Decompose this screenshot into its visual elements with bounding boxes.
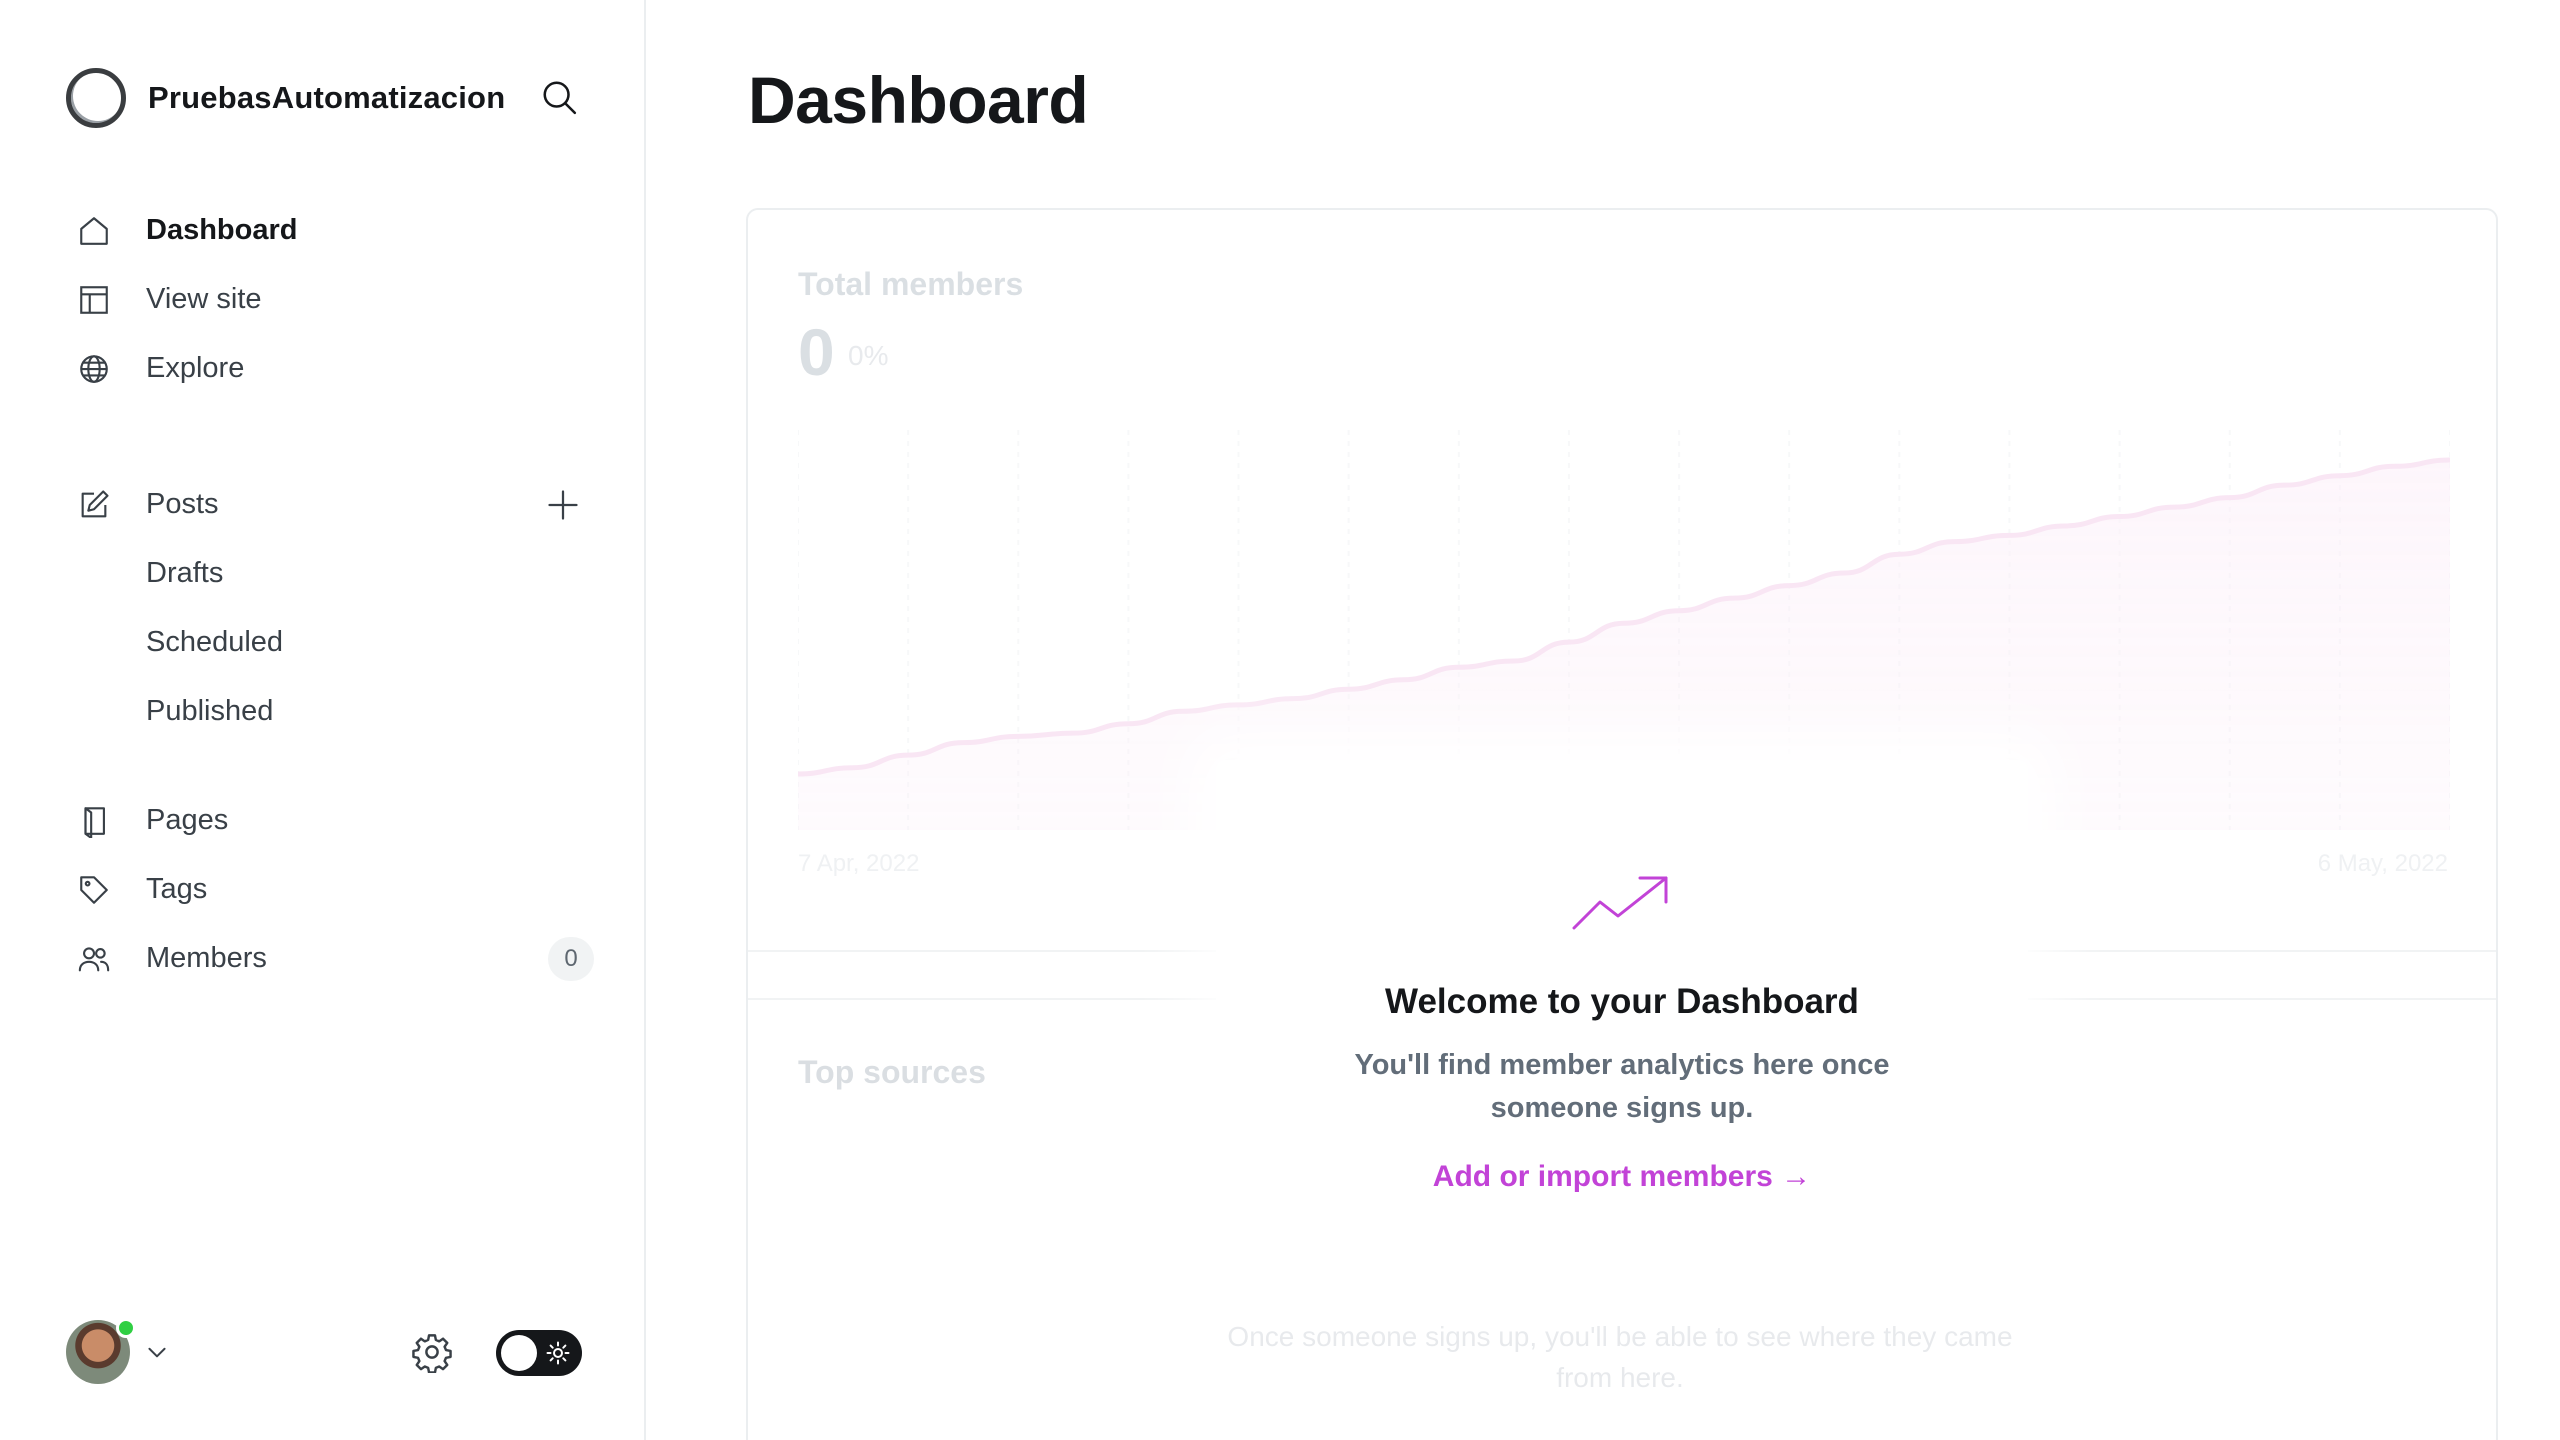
posts-nav: Posts Drafts Scheduled Published	[74, 470, 594, 746]
chevron-down-icon[interactable]	[142, 1337, 172, 1367]
total-members-label: Total members	[798, 266, 1024, 302]
nav-drafts[interactable]: Drafts	[74, 539, 594, 608]
total-members-value: 0	[798, 315, 835, 389]
members-icon	[74, 939, 114, 979]
search-button[interactable]	[536, 74, 582, 120]
top-sources-empty-text: Once someone signs up, you'll be able to…	[1227, 1321, 2013, 1393]
layout-icon	[74, 280, 114, 320]
nav-tags-label: Tags	[146, 873, 208, 905]
plus-icon	[548, 490, 578, 520]
avatar[interactable]	[66, 1318, 136, 1384]
top-sources-label: Top sources	[798, 1054, 986, 1090]
nav-dashboard-label: Dashboard	[146, 214, 298, 246]
site-logo	[66, 68, 126, 128]
sun-icon	[544, 1339, 572, 1367]
globe-icon	[74, 349, 114, 389]
user-menu[interactable]	[66, 1318, 172, 1386]
nav-published[interactable]: Published	[74, 677, 594, 746]
page-title: Dashboard	[748, 63, 1089, 137]
site-name: PruebasAutomatizacion	[148, 80, 506, 115]
home-icon	[74, 211, 114, 251]
nav-view-site-label: View site	[146, 283, 262, 315]
nav-tags[interactable]: Tags	[74, 855, 594, 924]
nav-posts-label: Posts	[146, 488, 219, 520]
trending-up-icon	[1572, 876, 1668, 930]
welcome-text: You'll find member analytics here once s…	[1354, 1049, 1890, 1124]
nav-pages[interactable]: Pages	[74, 786, 594, 855]
site-brand[interactable]: PruebasAutomatizacion	[66, 66, 505, 130]
welcome-title: Welcome to your Dashboard	[1385, 982, 1859, 1021]
edit-icon	[74, 485, 114, 525]
toggle-knob	[501, 1335, 537, 1371]
nav-explore-label: Explore	[146, 352, 245, 384]
nav-published-label: Published	[146, 695, 274, 727]
settings-button[interactable]	[408, 1328, 456, 1376]
nav-scheduled[interactable]: Scheduled	[74, 608, 594, 677]
members-count-badge: 0	[548, 937, 594, 981]
chart-date-start: 7 Apr, 2022	[798, 850, 920, 877]
online-status-dot	[116, 1318, 136, 1338]
nav-pages-label: Pages	[146, 804, 229, 836]
secondary-nav: Pages Tags Members 0	[74, 786, 594, 993]
nav-view-site[interactable]: View site	[74, 265, 594, 334]
theme-toggle[interactable]	[496, 1330, 582, 1376]
welcome-panel: Welcome to your Dashboard You'll find me…	[1216, 760, 2028, 1260]
nav-members[interactable]: Members 0	[74, 924, 594, 993]
sidebar: PruebasAutomatizacion Dashboard View sit…	[0, 0, 646, 1440]
nav-explore[interactable]: Explore	[74, 334, 594, 403]
add-import-members-link[interactable]: Add or import members →	[1216, 1160, 2028, 1194]
tag-icon	[74, 870, 114, 910]
total-members-change: 0%	[848, 340, 889, 371]
chart-date-end: 6 May, 2022	[2317, 850, 2448, 877]
search-icon	[543, 81, 577, 115]
pages-icon	[74, 801, 114, 841]
nav-posts[interactable]: Posts	[74, 470, 594, 539]
nav-dashboard[interactable]: Dashboard	[74, 196, 594, 265]
nav-scheduled-label: Scheduled	[146, 626, 284, 658]
nav-drafts-label: Drafts	[146, 557, 224, 589]
gear-icon	[412, 1334, 452, 1373]
main-nav: Dashboard View site Explore	[74, 196, 594, 403]
nav-members-label: Members	[146, 942, 267, 974]
new-post-button[interactable]	[540, 482, 586, 528]
